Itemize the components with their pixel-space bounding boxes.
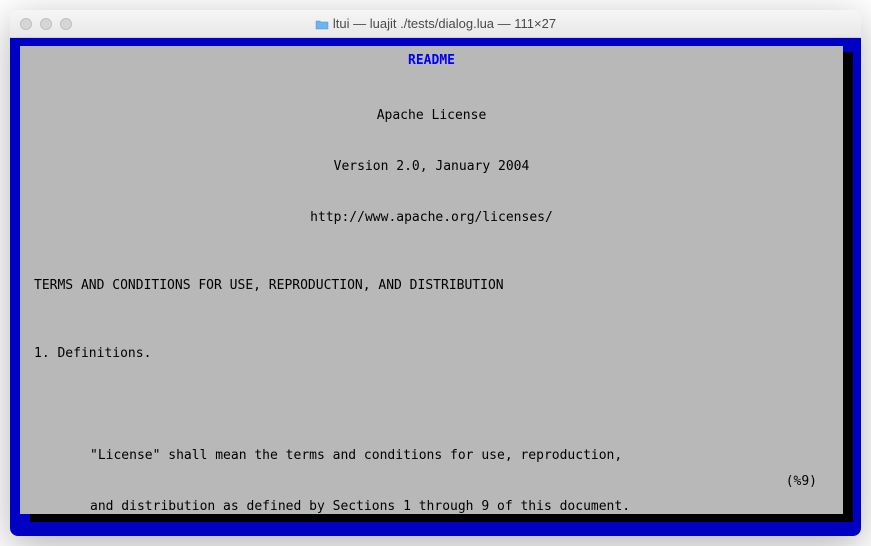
dialog-title: README — [34, 52, 829, 69]
macos-window: ltui — luajit ./tests/dialog.lua — 111×2… — [10, 10, 861, 536]
titlebar[interactable]: ltui — luajit ./tests/dialog.lua — 111×2… — [10, 10, 861, 38]
license-name: Apache License — [34, 107, 829, 124]
terminal-area: README Apache License Version 2.0, Janua… — [10, 38, 861, 536]
section-title: 1. Definitions. — [34, 345, 829, 362]
para-line: and distribution as defined by Sections … — [34, 498, 829, 515]
window-title-text: ltui — luajit ./tests/dialog.lua — 111×2… — [333, 16, 556, 31]
dialog-content[interactable]: Apache License Version 2.0, January 2004… — [34, 73, 829, 536]
scroll-percent: (%9) — [786, 473, 817, 490]
folder-icon — [315, 18, 329, 29]
traffic-lights — [20, 18, 72, 30]
terms-heading: TERMS AND CONDITIONS FOR USE, REPRODUCTI… — [34, 277, 829, 294]
para-line: "License" shall mean the terms and condi… — [34, 447, 829, 464]
readme-dialog: README Apache License Version 2.0, Janua… — [20, 46, 843, 514]
minimize-icon[interactable] — [40, 18, 52, 30]
window-title: ltui — luajit ./tests/dialog.lua — 111×2… — [10, 16, 861, 31]
license-version: Version 2.0, January 2004 — [34, 158, 829, 175]
zoom-icon[interactable] — [60, 18, 72, 30]
close-icon[interactable] — [20, 18, 32, 30]
license-url: http://www.apache.org/licenses/ — [34, 209, 829, 226]
